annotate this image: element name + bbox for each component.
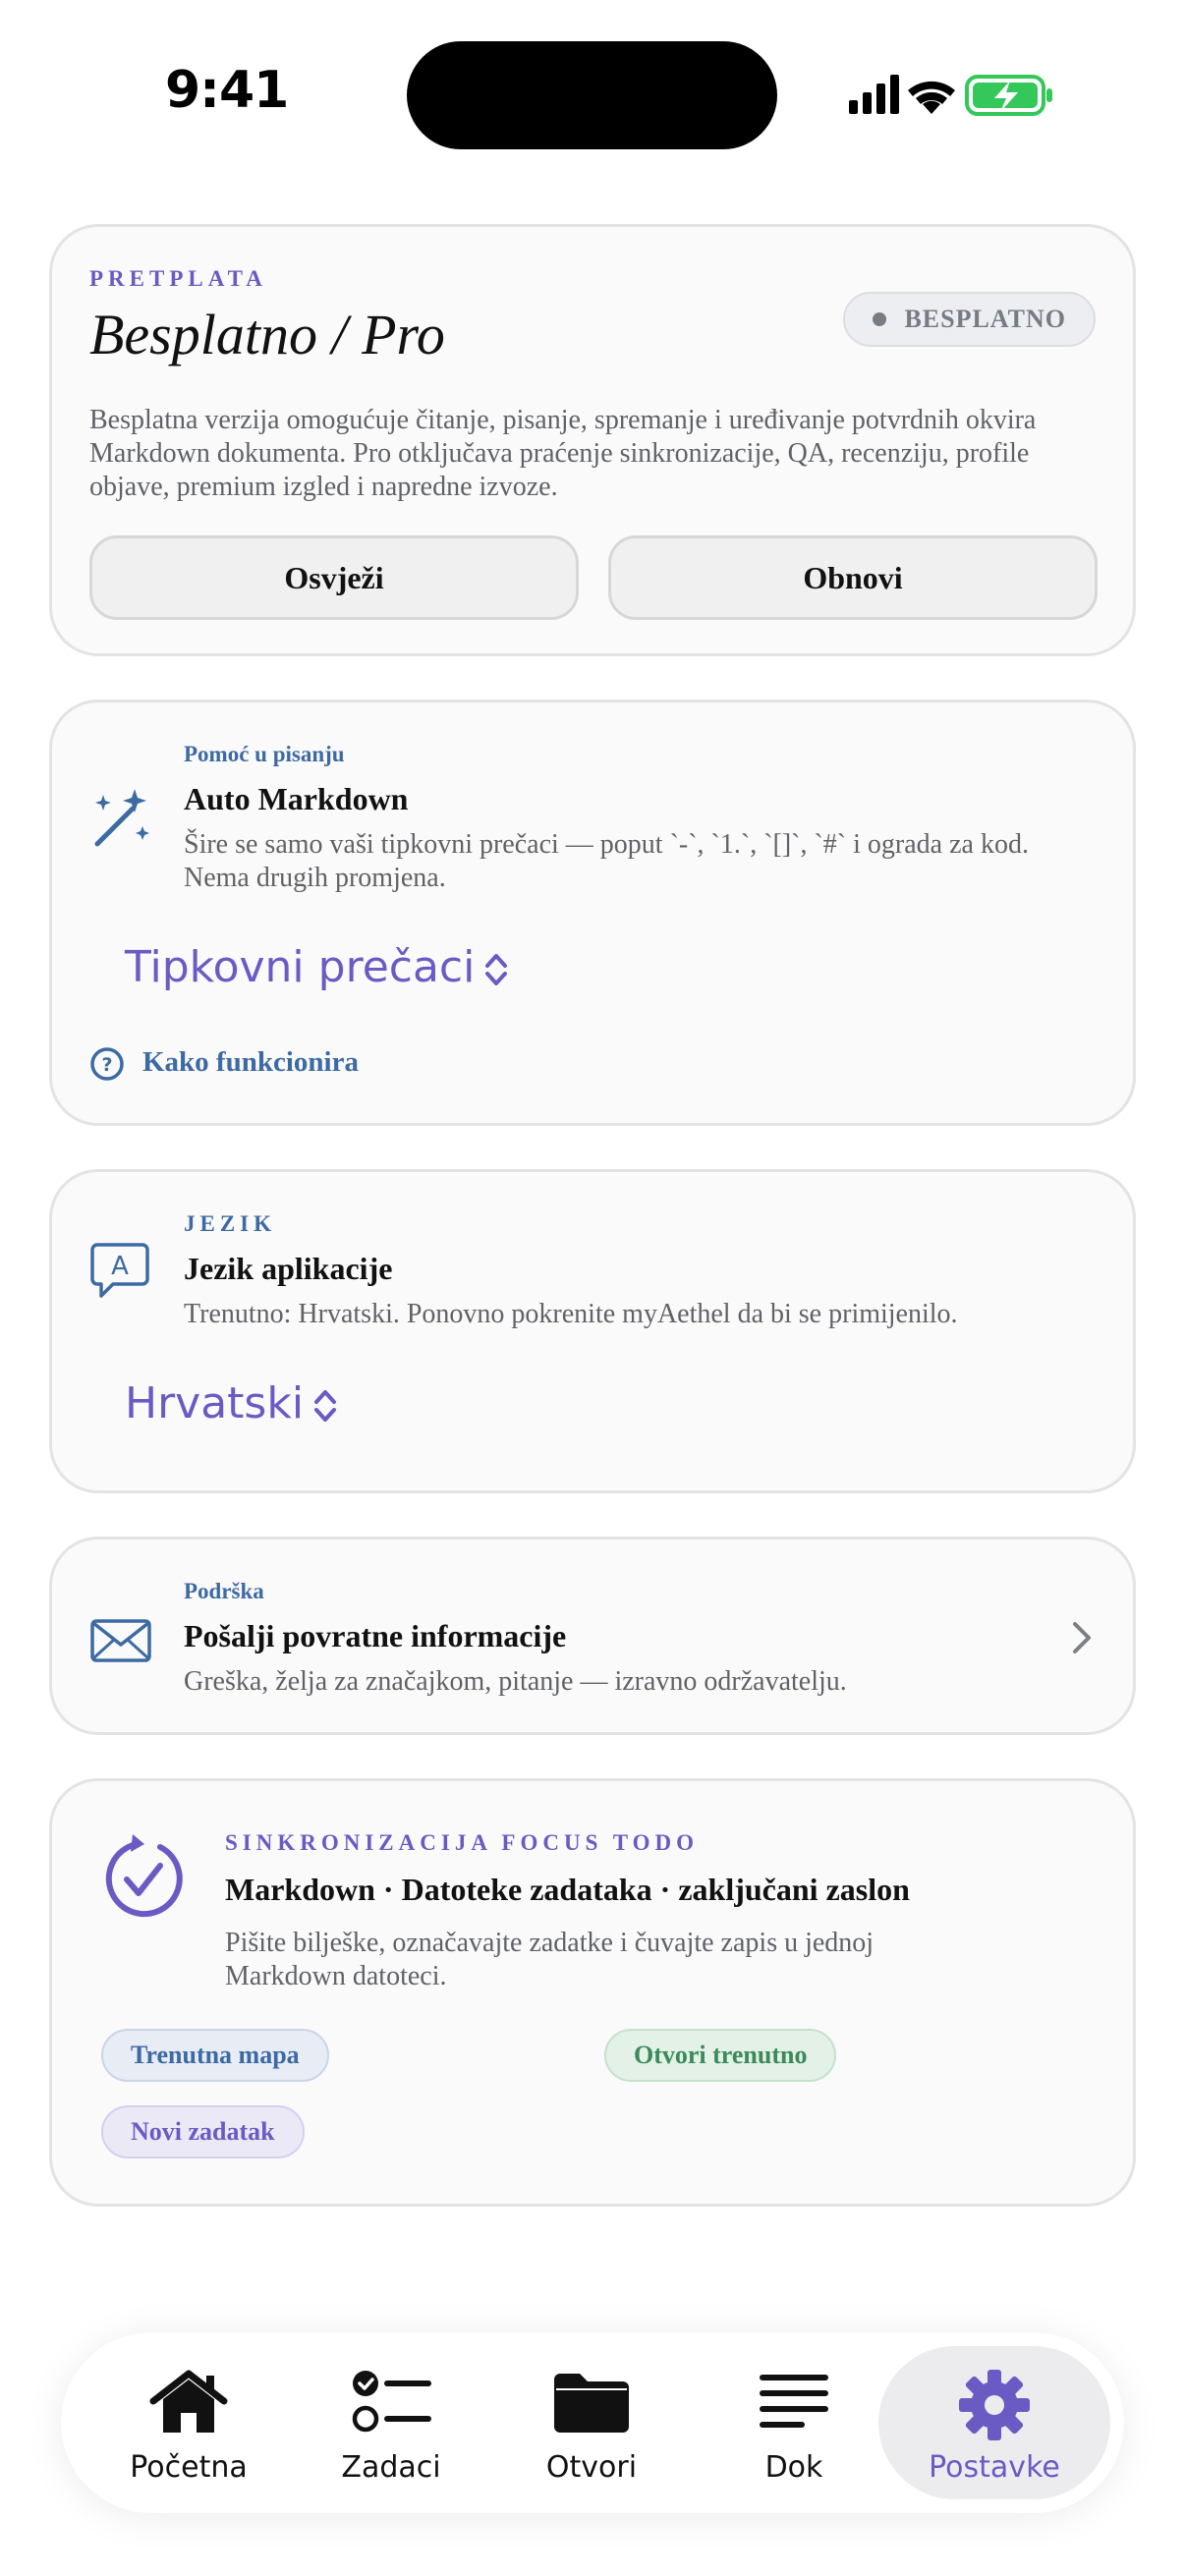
status-icons (849, 75, 1052, 116)
svg-text:A: A (111, 1252, 129, 1281)
writing-help-eyebrow: Pomoć u pisanju (184, 742, 345, 766)
envelope-icon (90, 1619, 151, 1662)
restore-button[interactable]: Obnovi (608, 535, 1098, 620)
tab-open-label: Otvori (545, 2450, 638, 2485)
tab-open[interactable]: Otvori (493, 2332, 690, 2513)
tab-doc[interactable]: Dok (696, 2332, 892, 2513)
tab-tasks[interactable]: Zadaci (293, 2332, 489, 2513)
subscription-title: Besplatno / Pro (89, 303, 445, 366)
question-circle-icon: ? (90, 1047, 124, 1082)
plan-status-badge: BESPLATNO (843, 292, 1096, 347)
dynamic-island (407, 41, 777, 149)
focus-todo-sync-card: SINKRONIZACIJA FOCUS TODO Markdown · Dat… (49, 1778, 1136, 2207)
sync-check-icon (105, 1834, 183, 1918)
send-feedback-title: Pošalji povratne informacije (184, 1618, 567, 1653)
svg-text:?: ? (101, 1054, 112, 1076)
language-card: A JEZIK Jezik aplikacije Trenutno: Hrvat… (49, 1169, 1136, 1493)
current-folder-chip[interactable]: Trenutna mapa (101, 2029, 329, 2082)
subscription-eyebrow: PRETPLATA (89, 266, 267, 291)
how-it-works-link[interactable]: ? Kako funkcionira (89, 1046, 359, 1082)
badge-dot-icon (873, 312, 887, 326)
auto-markdown-description: Šire se samo vaši tipkovni prečaci — pop… (184, 829, 1029, 893)
language-picker-value: Hrvatski (125, 1378, 305, 1428)
cellular-icon (849, 75, 899, 114)
language-picker[interactable]: Hrvatski (125, 1378, 339, 1428)
how-it-works-label: Kako funkcionira (142, 1046, 359, 1078)
send-feedback-description: Greška, želja za značajkom, pitanje — iz… (184, 1666, 847, 1697)
chevron-up-down-icon (485, 954, 508, 985)
gear-icon (959, 2370, 1030, 2440)
translate-bubble-icon: A (90, 1243, 149, 1298)
new-task-chip[interactable]: Novi zadatak (101, 2105, 305, 2158)
shortcut-mode-value: Tipkovni prečaci (125, 942, 476, 992)
refresh-button[interactable]: Osvježi (89, 535, 579, 620)
tab-tasks-label: Zadaci (341, 2450, 441, 2485)
battery-charging-icon (965, 75, 1052, 116)
tab-settings[interactable]: Postavke (878, 2346, 1110, 2499)
status-time: 9:41 (165, 61, 289, 120)
tab-home[interactable]: Početna (90, 2332, 287, 2513)
shortcut-mode-picker[interactable]: Tipkovni prečaci (125, 942, 510, 992)
magic-wand-icon (94, 789, 149, 847)
open-current-chip[interactable]: Otvori trenutno (604, 2029, 837, 2082)
wifi-icon (908, 81, 955, 114)
subscription-card: PRETPLATA Besplatno / Pro BESPLATNO Besp… (49, 224, 1136, 656)
support-eyebrow: Podrška (184, 1579, 264, 1603)
writing-help-card: Pomoć u pisanju Auto Markdown Šire se sa… (49, 700, 1136, 1126)
sync-title: Markdown · Datoteke zadataka · zaključan… (225, 1872, 910, 1907)
chevron-up-down-icon (314, 1390, 337, 1422)
tab-settings-label: Postavke (929, 2450, 1060, 2485)
badge-label: BESPLATNO (904, 305, 1066, 333)
tab-bar: Početna Zadaci Otvori Dok Postavke (61, 2332, 1124, 2513)
checklist-icon (352, 2371, 431, 2433)
folder-icon (554, 2374, 629, 2433)
house-icon (149, 2370, 228, 2433)
app-language-description: Trenutno: Hrvatski. Ponovno pokrenite my… (184, 1299, 958, 1329)
language-eyebrow: JEZIK (184, 1211, 277, 1236)
text-lines-icon (760, 2375, 828, 2428)
send-feedback-row[interactable]: Podrška Pošalji povratne informacije Gre… (49, 1537, 1136, 1735)
subscription-description: Besplatna verzija omogućuje čitanje, pis… (89, 405, 1037, 502)
tab-doc-label: Dok (764, 2450, 823, 2485)
app-language-title: Jezik aplikacije (184, 1251, 393, 1286)
sync-description: Pišite bilješke, označavajte zadatke i č… (225, 1928, 875, 1991)
chevron-right-icon (1073, 1622, 1091, 1653)
sync-eyebrow: SINKRONIZACIJA FOCUS TODO (225, 1830, 700, 1855)
status-bar: 9:41 (0, 0, 1185, 187)
auto-markdown-title: Auto Markdown (184, 781, 409, 816)
tab-home-label: Početna (130, 2450, 248, 2485)
